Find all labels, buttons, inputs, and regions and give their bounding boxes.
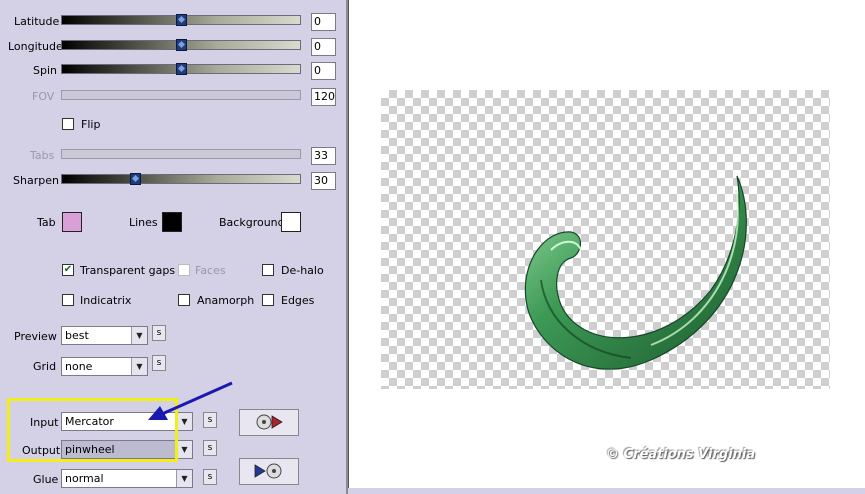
edges-checkbox[interactable]: [262, 294, 274, 306]
spin-value-field[interactable]: 0: [311, 62, 336, 80]
tabs-slider[interactable]: [61, 149, 301, 159]
glue-select[interactable]: normal ▼: [61, 469, 193, 488]
faces-checkbox[interactable]: [178, 264, 190, 276]
arrow-annotation-icon: [148, 381, 233, 420]
indicatrix-checkbox[interactable]: [62, 294, 74, 306]
faces-label: Faces: [195, 264, 226, 277]
latitude-slider[interactable]: [61, 14, 301, 26]
longitude-slider[interactable]: [61, 39, 301, 51]
longitude-label: Longitude: [8, 40, 63, 53]
fov-value-field[interactable]: 120: [311, 88, 336, 106]
chevron-down-icon[interactable]: ▼: [176, 470, 192, 487]
grid-s-button[interactable]: s: [152, 355, 166, 371]
disc-play-icon: [256, 414, 283, 430]
latitude-label: Latitude: [14, 15, 60, 28]
watermark-text: © Créations Virginia: [606, 447, 756, 462]
grid-select-value: none: [65, 360, 93, 373]
tabs-label: Tabs: [30, 149, 55, 162]
tab-color-label: Tab: [37, 216, 56, 229]
latitude-slider-thumb[interactable]: [176, 14, 187, 26]
save-preset-button[interactable]: [239, 458, 299, 485]
chevron-down-icon[interactable]: ▼: [176, 441, 192, 458]
bottom-strip: [348, 488, 865, 494]
chevron-down-icon[interactable]: ▼: [131, 358, 147, 375]
sharpen-slider[interactable]: [61, 173, 301, 185]
latitude-value-field[interactable]: 0: [311, 13, 336, 31]
anamorph-label: Anamorph: [197, 294, 255, 307]
sharpen-value-field[interactable]: 30: [311, 172, 336, 190]
background-color-swatch[interactable]: [281, 212, 301, 232]
grid-select[interactable]: none ▼: [61, 357, 148, 376]
flip-checkbox[interactable]: [62, 118, 74, 130]
de-halo-checkbox[interactable]: [262, 264, 274, 276]
load-preset-button[interactable]: [239, 409, 299, 436]
sharpen-slider-thumb[interactable]: [130, 173, 141, 185]
longitude-slider-thumb[interactable]: [176, 39, 187, 51]
lines-color-label: Lines: [129, 216, 158, 229]
output-s-button[interactable]: s: [203, 440, 217, 456]
play-disc-icon: [254, 463, 282, 479]
de-halo-label: De-halo: [281, 264, 324, 277]
tab-color-swatch[interactable]: [62, 212, 82, 232]
preview-select-value: best: [65, 329, 89, 342]
grid-label: Grid: [33, 360, 57, 373]
glue-label: Glue: [33, 473, 59, 486]
glue-select-value: normal: [65, 472, 104, 485]
transparent-gaps-label: Transparent gaps: [80, 264, 176, 277]
longitude-value-field[interactable]: 0: [311, 38, 336, 56]
chevron-down-icon[interactable]: ▼: [131, 327, 147, 344]
preview-select[interactable]: best ▼: [61, 326, 148, 345]
indicatrix-label: Indicatrix: [80, 294, 132, 307]
swirl-preview-image: [524, 175, 747, 370]
glue-s-button[interactable]: s: [203, 469, 217, 485]
lines-color-swatch[interactable]: [162, 212, 182, 232]
fov-label: FOV: [32, 90, 55, 103]
flip-label: Flip: [81, 118, 101, 131]
background-color-label: Background: [219, 216, 285, 229]
fov-slider[interactable]: [61, 90, 301, 100]
edges-label: Edges: [281, 294, 315, 307]
preview-s-button[interactable]: s: [152, 325, 166, 341]
spin-label: Spin: [33, 64, 57, 77]
preview-label: Preview: [14, 330, 57, 343]
anamorph-checkbox[interactable]: [178, 294, 190, 306]
spin-slider-thumb[interactable]: [176, 63, 187, 75]
transparent-gaps-checkbox[interactable]: ✔: [62, 264, 74, 276]
sharpen-label: Sharpen: [13, 174, 59, 187]
tabs-value-field[interactable]: 33: [311, 147, 336, 165]
spin-slider[interactable]: [61, 63, 301, 75]
